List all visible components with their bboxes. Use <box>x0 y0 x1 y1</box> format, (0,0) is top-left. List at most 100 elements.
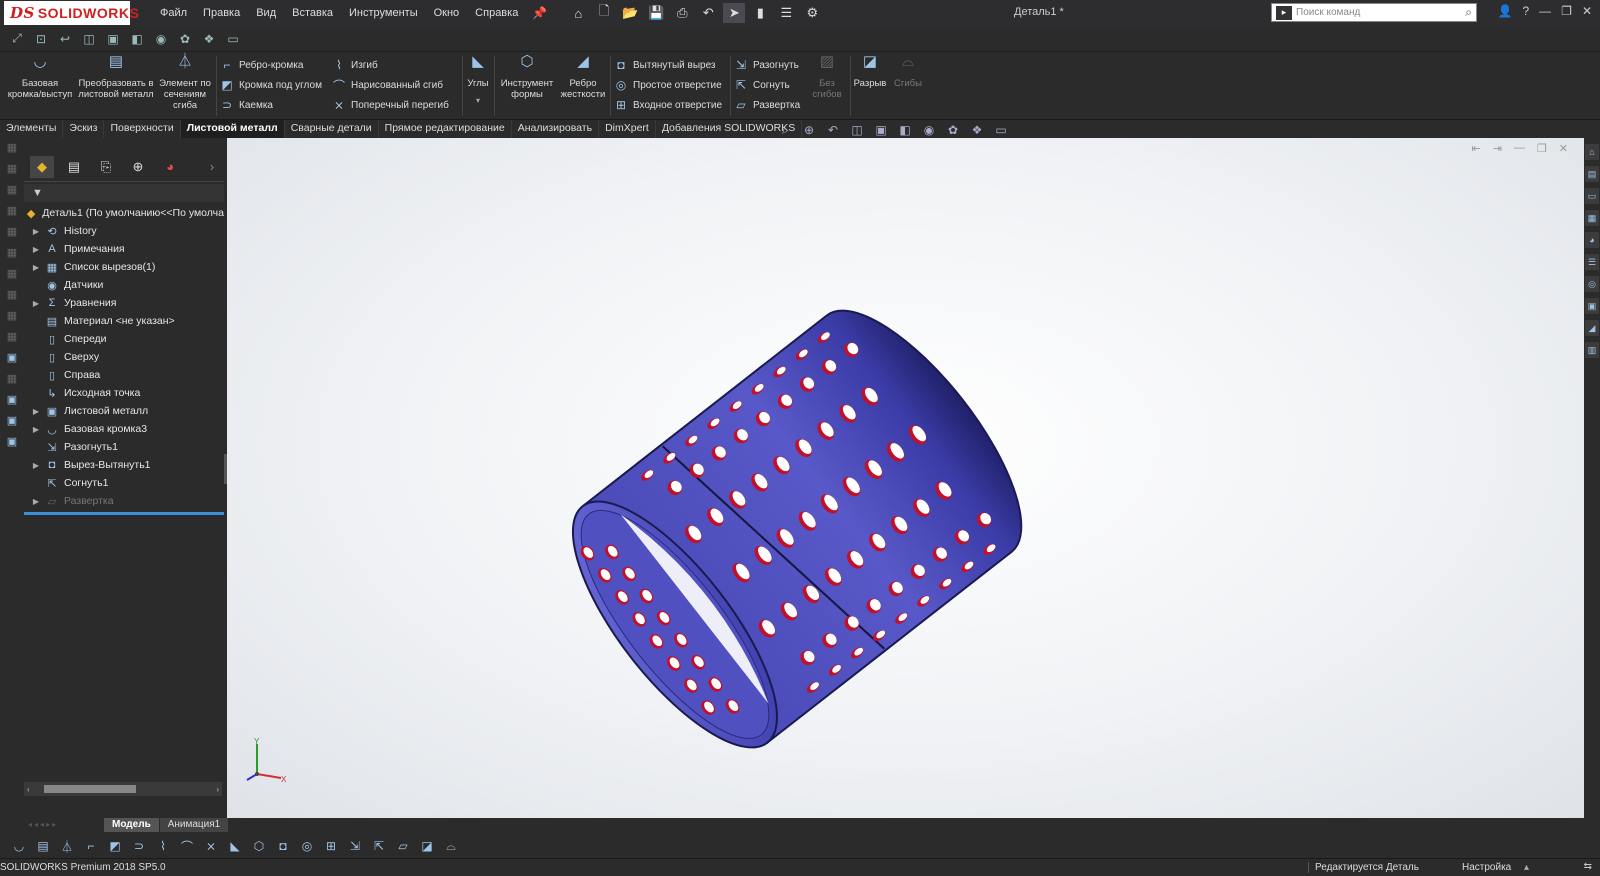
tree-node[interactable]: ▶ A Примечания <box>24 240 224 258</box>
view-settings-icon[interactable]: ▭ <box>224 30 242 48</box>
bends-button[interactable]: ⌓ Сгибы <box>890 54 926 89</box>
tab-features[interactable]: Элементы <box>0 120 64 138</box>
dimxpert-manager-tab-icon[interactable]: ⊕ <box>126 156 150 178</box>
tree-node[interactable]: ▯ Справа <box>24 366 224 384</box>
rebuild-icon[interactable]: ▮ <box>749 3 771 23</box>
expand-arrow-icon[interactable]: ▶ <box>30 407 42 416</box>
menu-view[interactable]: Вид <box>248 7 284 19</box>
tree-node[interactable]: ▶ ▱ Развертка <box>24 492 224 510</box>
tree-node[interactable]: ⇲ Разогнуть1 <box>24 438 224 456</box>
strip-icon[interactable]: ▦ <box>3 267 21 285</box>
expand-arrow-icon[interactable]: ▶ <box>30 425 42 434</box>
extruded-cut-icon[interactable]: ◘ <box>274 837 292 855</box>
print-icon[interactable]: ⎙ <box>671 3 693 23</box>
edge-flange-button[interactable]: ⌐ Ребро-кромка <box>220 56 303 74</box>
task-pane-icon[interactable]: ▣ <box>1585 298 1599 314</box>
strip-icon[interactable]: ▦ <box>3 183 21 201</box>
task-pane-icon[interactable]: ◢ <box>1585 320 1599 336</box>
strip-icon[interactable]: ▦ <box>3 330 21 348</box>
section-view-icon[interactable]: ◫ <box>848 122 866 138</box>
expand-arrow-icon[interactable]: ▶ <box>30 497 42 506</box>
miter-flange-button[interactable]: ◩ Кромка под углом <box>220 76 322 94</box>
tab-dimxpert[interactable]: DimXpert <box>599 120 656 138</box>
tree-node[interactable]: ▶ ◘ Вырез-Вытянуть1 <box>24 456 224 474</box>
strip-icon[interactable]: ▦ <box>3 204 21 222</box>
scene-icon[interactable]: ❖ <box>200 30 218 48</box>
restore-icon[interactable]: ❐ <box>1561 4 1572 18</box>
jog-button[interactable]: ⌇ Изгиб <box>332 56 378 74</box>
hide-show-icon[interactable]: ◉ <box>152 30 170 48</box>
lofted-bend-button[interactable]: ⏃ Элемент по сечениям сгиба <box>156 54 214 111</box>
cross-break-button[interactable]: ⨯ Поперечный перегиб <box>332 96 449 114</box>
task-pane-icon[interactable]: ▥ <box>1585 342 1599 358</box>
sketched-bend-button[interactable]: ⌒ Нарисованный сгиб <box>332 76 443 94</box>
tree-node[interactable]: ▶ ▣ Листовой металл <box>24 402 224 420</box>
units-menu-chevron-icon[interactable]: ▴ <box>1524 862 1529 873</box>
simple-hole-button[interactable]: ◎ Простое отверстие <box>614 76 722 94</box>
tab-sheet-metal[interactable]: Листовой металл <box>180 120 285 138</box>
expand-arrow-icon[interactable]: ▶ <box>30 245 42 254</box>
strip-icon[interactable]: ▣ <box>3 351 21 369</box>
strip-icon[interactable]: ▦ <box>3 162 21 180</box>
scroll-right-icon[interactable]: › <box>216 785 219 794</box>
zoom-fit-icon[interactable]: ⤢ <box>8 30 26 48</box>
status-bar-options-icon[interactable]: ⇆ <box>1584 861 1592 872</box>
scene-icon[interactable]: ❖ <box>968 122 986 138</box>
corners-dropdown-icon[interactable]: ▾ <box>464 95 492 106</box>
design-library-icon[interactable]: ▤ <box>1585 166 1599 182</box>
graphics-area[interactable]: ⇤ ⇥ — ❐ ✕ Y X <box>227 138 1584 818</box>
close-icon[interactable]: ✕ <box>1582 4 1592 18</box>
forming-tool-button[interactable]: ⬡ Инструмент формы <box>498 54 556 100</box>
minimize-icon[interactable]: — <box>1539 4 1551 18</box>
strip-icon[interactable]: ▦ <box>3 246 21 264</box>
miter-flange-icon[interactable]: ◩ <box>106 837 124 855</box>
strip-icon[interactable]: ▦ <box>3 309 21 327</box>
property-manager-tab-icon[interactable]: ▤ <box>62 156 86 178</box>
rip-icon[interactable]: ◪ <box>418 837 436 855</box>
save-icon[interactable]: 💾 <box>645 3 667 23</box>
strip-icon[interactable]: ▣ <box>3 393 21 411</box>
tab-animation[interactable]: Анимация1 <box>159 818 230 832</box>
tab-direct-editing[interactable]: Прямое редактирование <box>378 120 512 138</box>
lofted-bend-icon[interactable]: ⏃ <box>58 837 76 855</box>
horizontal-scrollbar[interactable]: ‹ › <box>24 782 222 796</box>
resources-home-icon[interactable]: ⌂ <box>1585 144 1599 160</box>
new-document-icon[interactable]: 🗋 <box>593 3 615 23</box>
tree-node[interactable]: ▯ Сверху <box>24 348 224 366</box>
command-search[interactable]: ▸ Поиск команд ⌕ <box>1271 3 1477 22</box>
scroll-thumb[interactable] <box>43 785 136 793</box>
file-properties-icon[interactable]: ☰ <box>775 3 797 23</box>
scroll-left-icon[interactable]: ‹ <box>27 785 30 794</box>
section-view-icon[interactable]: ◫ <box>80 30 98 48</box>
menu-tools[interactable]: Инструменты <box>341 7 426 19</box>
gusset-button[interactable]: ◢ Ребро жесткости <box>558 54 608 100</box>
previous-view-icon[interactable]: ↶ <box>824 122 842 138</box>
view-orientation-icon[interactable]: ▣ <box>872 122 890 138</box>
display-style-icon[interactable]: ◧ <box>128 30 146 48</box>
base-flange-icon[interactable]: ◡ <box>10 837 28 855</box>
simple-hole-icon[interactable]: ◎ <box>298 837 316 855</box>
view-orientation-icon[interactable]: ▣ <box>104 30 122 48</box>
fold-button[interactable]: ⇱ Согнуть <box>734 76 790 94</box>
base-flange-button[interactable]: ◡ Базовая кромка/выступ <box>4 54 76 100</box>
tree-root-part[interactable]: ◆ Деталь1 (По умолчанию<<По умолча <box>24 204 224 222</box>
solidworks-logo[interactable]: DS SOLIDWORKS <box>4 1 139 25</box>
tree-node[interactable]: ▶ ◡ Базовая кромка3 <box>24 420 224 438</box>
view-settings-icon[interactable]: ▭ <box>992 122 1010 138</box>
tree-node[interactable]: ▶ ⟲ History <box>24 222 224 240</box>
strip-icon[interactable]: ▦ <box>3 372 21 390</box>
view-palette-icon[interactable]: ▦ <box>1585 210 1599 226</box>
hem-button[interactable]: ⊃ Каемка <box>220 96 273 114</box>
appearances-icon[interactable]: ◕ <box>1585 232 1599 248</box>
expand-arrow-icon[interactable]: ▶ <box>30 299 42 308</box>
jog-icon[interactable]: ⌇ <box>154 837 172 855</box>
undo-icon[interactable]: ↶ <box>697 3 719 23</box>
perforated-cylinder-model[interactable] <box>227 138 1584 818</box>
unfold-icon[interactable]: ⇲ <box>346 837 364 855</box>
filter-icon[interactable]: ▼ <box>32 187 43 199</box>
flatten-button[interactable]: ▱ Развертка <box>734 96 800 114</box>
tab-sketch[interactable]: Эскиз <box>63 120 105 138</box>
strip-icon[interactable]: ▦ <box>3 288 21 306</box>
search-icon[interactable]: ⌕ <box>1465 5 1472 20</box>
convert-icon[interactable]: ▤ <box>34 837 52 855</box>
